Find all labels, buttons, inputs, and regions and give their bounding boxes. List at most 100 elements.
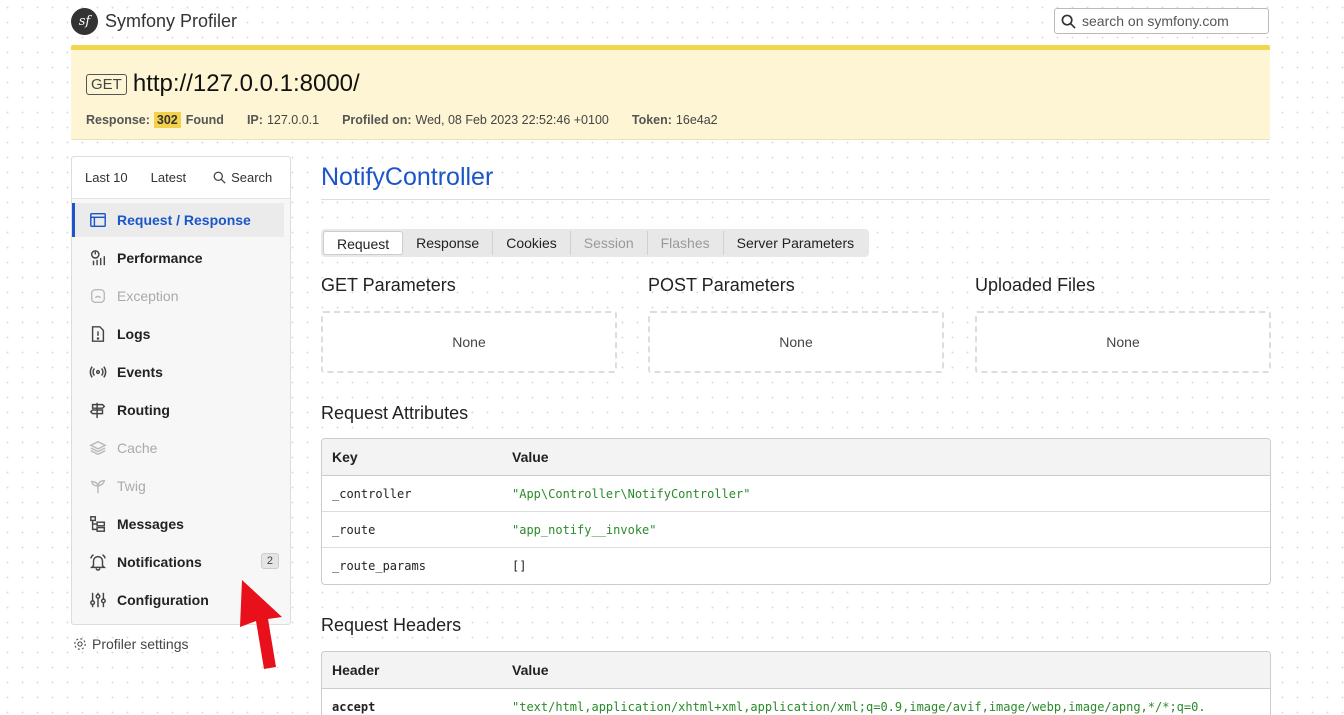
post-parameters-heading: POST Parameters [648, 275, 795, 295]
tab-session[interactable]: Session [571, 231, 648, 255]
attribute-value: "App\Controller\NotifyController" [502, 476, 1270, 512]
logs-icon [88, 324, 108, 344]
routing-icon [88, 400, 108, 420]
sidebar-item-cache[interactable]: Cache [72, 431, 284, 465]
annotation-arrow-icon [240, 580, 282, 669]
sidebar-item-label: Cache [117, 440, 158, 456]
gear-icon [74, 638, 86, 650]
sidebar-item-routing[interactable]: Routing [72, 393, 284, 427]
sidebar-item-label: Logs [117, 326, 151, 342]
search-icon [1061, 14, 1076, 29]
summary-meta: Response: 302 Found IP: 127.0.0.1 Profil… [86, 112, 718, 128]
profiled-on-value: Wed, 08 Feb 2023 22:52:46 +0100 [415, 113, 609, 127]
get-parameters-heading: GET Parameters [321, 275, 456, 295]
notifications-count-badge: 2 [260, 553, 279, 569]
header-key: accept [332, 700, 376, 714]
cache-icon [88, 438, 108, 458]
bell-icon [88, 552, 108, 572]
table-row: accept "text/html,application/xhtml+xml,… [322, 689, 1270, 715]
sidebar-item-label: Messages [117, 516, 184, 532]
profiler-settings-link[interactable]: Profiler settings [73, 636, 188, 652]
status-text: Found [185, 113, 224, 127]
response-label: Response: [86, 113, 150, 127]
tab-flashes[interactable]: Flashes [648, 231, 724, 255]
column-header-header: Header [322, 652, 502, 689]
sidebar-item-label: Exception [117, 288, 179, 304]
sidebar-item-label: Performance [117, 250, 203, 266]
table-row: _route_params [] [322, 548, 1270, 584]
page-title: NotifyController [321, 163, 494, 191]
sidebar-item-messages[interactable]: Messages [72, 507, 284, 541]
sidebar-item-events[interactable]: Events [72, 355, 284, 389]
tab-response[interactable]: Response [403, 231, 494, 255]
request-url-link[interactable]: http://127.0.0.1:8000/ [133, 70, 360, 98]
app-title: Symfony Profiler [105, 11, 238, 31]
last-10-link[interactable]: Last 10 [85, 170, 128, 185]
sidebar-item-label: Events [117, 364, 163, 380]
search-link[interactable]: Search [213, 170, 272, 185]
messages-icon [88, 514, 108, 534]
sidebar-item-twig[interactable]: Twig [72, 469, 284, 503]
sidebar: Last 10 Latest Search Request / Response… [71, 156, 291, 625]
token-label: Token: [631, 113, 672, 127]
search-box[interactable] [1054, 8, 1269, 34]
sidebar-item-label: Notifications [117, 554, 202, 570]
ip-label: IP: [246, 113, 263, 127]
token-value[interactable]: 16e4a2 [676, 113, 718, 127]
search-icon [213, 171, 226, 184]
summary-url-row: GET http://127.0.0.1:8000/ [86, 70, 360, 98]
post-parameters-empty: None [648, 311, 944, 373]
search-link-label: Search [231, 170, 273, 185]
request-attributes-table: Key Value _controller "App\Controller\No… [321, 438, 1271, 585]
title-divider [321, 199, 1270, 200]
request-headers-heading: Request Headers [321, 615, 462, 635]
sidebar-item-label: Twig [117, 478, 146, 494]
sidebar-item-label: Request / Response [117, 212, 251, 228]
sidebar-item-logs[interactable]: Logs [72, 317, 284, 351]
attribute-key: _controller [322, 476, 502, 512]
ip-value: 127.0.0.1 [266, 113, 320, 127]
request-attributes-heading: Request Attributes [321, 403, 469, 423]
tab-server-parameters[interactable]: Server Parameters [724, 231, 867, 255]
tab-request[interactable]: Request [323, 231, 404, 255]
request-headers-table: Header Value accept "text/html,applicati… [321, 651, 1271, 715]
performance-icon [88, 248, 108, 268]
profiler-settings-label: Profiler settings [92, 636, 189, 652]
tab-cookies[interactable]: Cookies [493, 231, 571, 255]
header-value: "text/html,application/xhtml+xml,applica… [512, 700, 1206, 714]
column-header-value: Value [502, 652, 1270, 689]
sidebar-item-label: Configuration [117, 592, 209, 608]
table-header-row: Key Value [322, 439, 1270, 476]
column-header-value: Value [502, 439, 1270, 476]
latest-link[interactable]: Latest [151, 170, 186, 185]
request-icon [88, 210, 108, 230]
attribute-value: [] [512, 559, 527, 573]
attribute-key: _route_params [332, 559, 426, 573]
request-tabs: Request Response Cookies Session Flashes… [321, 229, 870, 257]
sidebar-item-request-response[interactable]: Request / Response [72, 203, 284, 237]
profiler-logo[interactable]: sf Symfony Profiler [71, 8, 237, 35]
sidebar-item-performance[interactable]: Performance [72, 241, 284, 275]
status-code-badge: 302 [153, 112, 181, 128]
attribute-value: "app_notify__invoke" [502, 512, 1270, 548]
sidebar-item-exception[interactable]: Exception [72, 279, 284, 313]
twig-icon [88, 476, 108, 496]
sidebar-shortcuts: Last 10 Latest Search [72, 157, 290, 199]
column-header-key: Key [322, 439, 502, 476]
exception-icon [88, 286, 108, 306]
table-row: _controller "App\Controller\NotifyContro… [322, 476, 1270, 512]
uploaded-files-heading: Uploaded Files [975, 275, 1096, 295]
table-header-row: Header Value [322, 652, 1270, 689]
sliders-icon [88, 590, 108, 610]
top-bar: sf Symfony Profiler [71, 6, 1270, 36]
method-badge: GET [86, 73, 127, 95]
sidebar-item-notifications[interactable]: Notifications 2 [72, 545, 284, 579]
events-icon [88, 362, 108, 382]
uploaded-files-empty: None [975, 311, 1271, 373]
symfony-logo-icon: sf [71, 8, 98, 35]
get-parameters-empty: None [321, 311, 617, 373]
table-row: _route "app_notify__invoke" [322, 512, 1270, 548]
request-summary: GET http://127.0.0.1:8000/ Response: 302… [71, 45, 1270, 140]
profiled-on-label: Profiled on: [342, 113, 412, 127]
search-input[interactable] [1082, 13, 1262, 29]
